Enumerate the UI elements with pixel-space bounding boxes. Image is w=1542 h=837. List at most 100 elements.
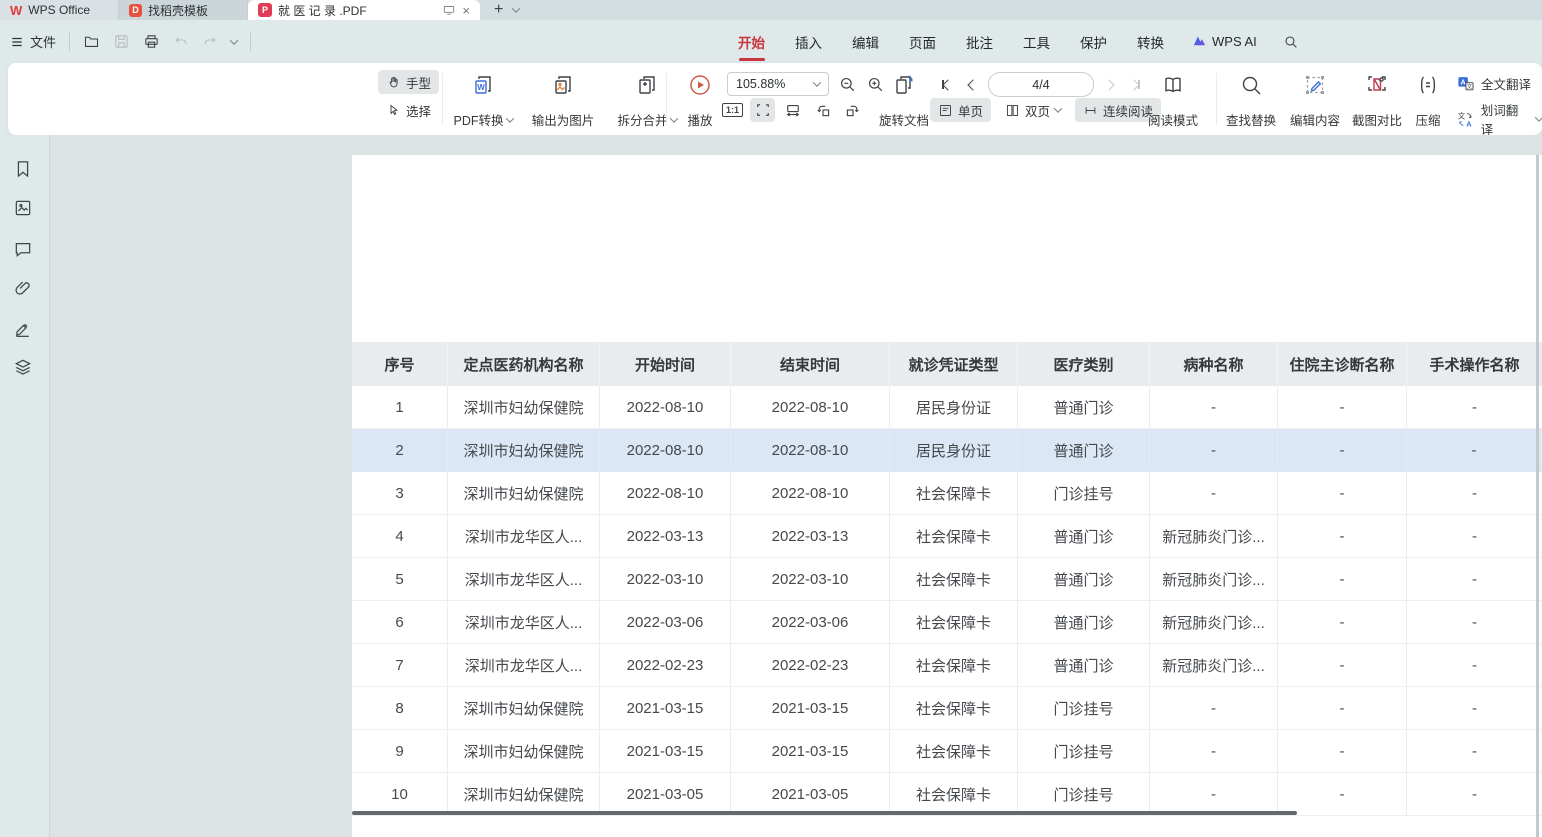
read-mode-button[interactable]: 阅读模式	[1142, 71, 1204, 135]
table-cell: -	[1407, 515, 1542, 558]
find-replace-icon	[1239, 73, 1263, 97]
compress-button[interactable]: 压缩	[1406, 71, 1450, 135]
table-cell: 普通门诊	[1018, 558, 1150, 601]
table-cell: 2021-03-15	[731, 687, 890, 730]
tab-docer-templates[interactable]: D 找稻壳模板	[119, 0, 248, 20]
column-header: 手术操作名称	[1407, 342, 1542, 386]
redo-icon[interactable]	[202, 34, 218, 50]
edit-content-button[interactable]: 编辑内容	[1284, 71, 1346, 135]
pdf-convert-button[interactable]: W PDF转换	[446, 71, 520, 135]
screenshot-compare-button[interactable]: 截图对比	[1346, 71, 1408, 135]
table-cell: -	[1278, 429, 1407, 472]
bookmarks-icon[interactable]	[13, 159, 33, 179]
fit-width-icon	[784, 101, 802, 119]
fit-width-button[interactable]	[780, 98, 805, 122]
fit-page-button[interactable]	[750, 98, 775, 122]
rotate-left-button[interactable]	[810, 98, 835, 122]
screenshot-compare-label: 截图对比	[1352, 110, 1402, 129]
hand-icon	[386, 75, 401, 90]
zoom-out-icon[interactable]	[838, 75, 857, 94]
print-icon[interactable]	[143, 33, 160, 50]
single-page-button[interactable]: 单页	[930, 98, 991, 122]
next-page-icon[interactable]	[1098, 74, 1120, 96]
word-translate-icon: 文 A	[1456, 110, 1475, 129]
table-cell: 门诊挂号	[1018, 730, 1150, 773]
column-header: 序号	[352, 342, 448, 386]
tab-wps-office[interactable]: W WPS Office	[0, 0, 119, 20]
play-button[interactable]: 播放	[674, 71, 726, 135]
select-tool-button[interactable]: 选择	[378, 98, 439, 122]
full-translate-button[interactable]: A 文 全文翻译	[1456, 74, 1531, 93]
first-page-icon[interactable]	[936, 74, 958, 96]
attachments-icon[interactable]	[13, 278, 33, 298]
column-header: 开始时间	[600, 342, 731, 386]
undo-history-chevron-icon[interactable]	[230, 36, 238, 44]
export-image-icon	[551, 73, 575, 97]
column-header: 医疗类别	[1018, 342, 1150, 386]
actual-size-button[interactable]: 1:1	[720, 98, 745, 122]
table-cell: 深圳市妇幼保健院	[448, 429, 600, 472]
zoom-level-select[interactable]: 105.88%	[727, 72, 829, 96]
table-cell: -	[1278, 644, 1407, 687]
file-menu-label: 文件	[30, 32, 56, 51]
previous-page-icon[interactable]	[962, 74, 984, 96]
single-page-icon	[938, 103, 953, 118]
document-title: 就 医 记 录 .PDF	[278, 2, 436, 19]
wps-ai-button[interactable]: WPS AI	[1192, 34, 1257, 49]
menu-tab-页面[interactable]: 页面	[909, 32, 936, 52]
table-cell: 社会保障卡	[890, 773, 1018, 816]
menu-tab-编辑[interactable]: 编辑	[852, 32, 879, 52]
cursor-icon	[386, 103, 401, 118]
table-cell: 普通门诊	[1018, 429, 1150, 472]
undo-icon[interactable]	[173, 34, 189, 50]
wps-pdf-window: W WPS Office D 找稻壳模板 P 就 医 记 录 .PDF × + …	[0, 0, 1542, 837]
file-menu-button[interactable]: 文件	[10, 32, 56, 51]
table-cell: 2022-08-10	[731, 386, 890, 429]
table-cell: -	[1278, 515, 1407, 558]
close-tab-icon[interactable]: ×	[462, 4, 470, 17]
table-cell: -	[1278, 687, 1407, 730]
table-cell: 2022-08-10	[600, 472, 731, 515]
fit-page-icon	[754, 101, 772, 119]
table-cell: 社会保障卡	[890, 687, 1018, 730]
table-cell: 深圳市妇幼保健院	[448, 386, 600, 429]
double-page-button[interactable]: 双页	[997, 98, 1069, 122]
tab-list-chevron-icon[interactable]	[512, 4, 520, 12]
rotate-document-button[interactable]: 旋转文档	[870, 71, 938, 135]
page-number-input[interactable]: 4/4	[988, 72, 1094, 97]
save-icon[interactable]	[113, 33, 130, 50]
signature-icon[interactable]	[13, 318, 33, 338]
find-replace-button[interactable]: 查找替换	[1220, 71, 1282, 135]
comments-icon[interactable]	[13, 239, 33, 259]
column-header: 结束时间	[731, 342, 890, 386]
menu-tab-插入[interactable]: 插入	[795, 32, 822, 52]
compress-icon	[1416, 73, 1440, 97]
table-cell: -	[1407, 558, 1542, 601]
menu-tab-转换[interactable]: 转换	[1137, 32, 1164, 52]
rotate-right-button[interactable]	[840, 98, 865, 122]
hand-tool-button[interactable]: 手型	[378, 70, 439, 94]
search-icon[interactable]	[1283, 34, 1299, 50]
thumbnails-icon[interactable]	[13, 198, 33, 218]
menu-tab-保护[interactable]: 保护	[1080, 32, 1107, 52]
menu-tab-工具[interactable]: 工具	[1023, 32, 1050, 52]
double-page-label: 双页	[1025, 101, 1050, 120]
table-cell: 1	[352, 386, 448, 429]
layers-icon[interactable]	[13, 357, 33, 377]
open-file-icon[interactable]	[83, 33, 100, 50]
export-image-button[interactable]: 输出为图片	[522, 71, 604, 135]
table-row: 7深圳市龙华区人...2022-02-232022-02-23社会保障卡普通门诊…	[352, 644, 1542, 687]
menu-tab-开始[interactable]: 开始	[738, 32, 765, 52]
menu-tab-批注[interactable]: 批注	[966, 32, 993, 52]
table-cell: 2022-08-10	[600, 429, 731, 472]
table-cell: -	[1278, 601, 1407, 644]
hamburger-icon	[10, 35, 24, 49]
horizontal-scrollbar[interactable]	[352, 811, 1297, 815]
tab-document-pdf[interactable]: P 就 医 记 录 .PDF ×	[248, 0, 480, 20]
table-cell: -	[1150, 472, 1278, 515]
word-translate-button[interactable]: 文 A 划词翻译	[1456, 100, 1542, 138]
new-tab-button[interactable]: +	[494, 2, 503, 18]
table-cell: -	[1150, 773, 1278, 816]
vertical-scrollbar[interactable]	[1536, 155, 1539, 837]
send-to-device-icon[interactable]	[442, 3, 456, 17]
